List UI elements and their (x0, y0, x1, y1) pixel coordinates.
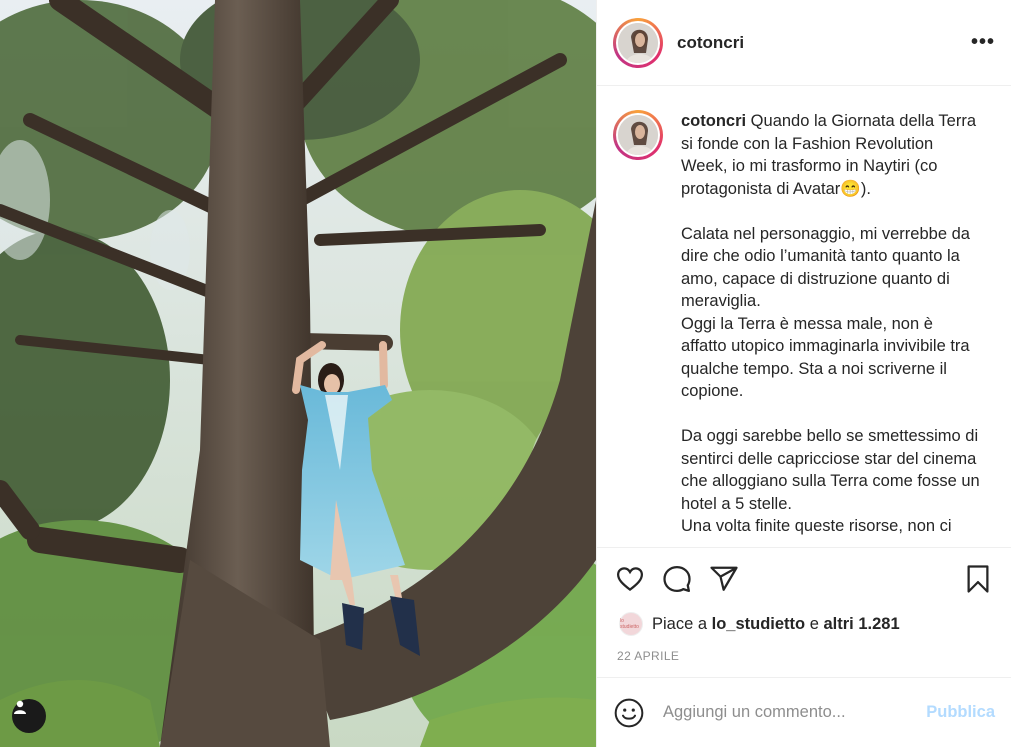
caption-paragraph: Calata nel personaggio, mi verrebbe da d… (681, 224, 970, 401)
post-photo[interactable] (0, 0, 596, 747)
save-button[interactable] (961, 562, 995, 596)
more-options-icon[interactable]: ••• (971, 31, 995, 54)
photo-illustration (0, 0, 596, 747)
post-header: cotoncri ••• (597, 0, 1011, 86)
comment-form: Pubblica (597, 677, 1011, 747)
comment-button[interactable] (660, 562, 694, 596)
smiley-icon[interactable] (613, 697, 645, 729)
comment-icon (663, 565, 691, 592)
post-date[interactable]: 22 APRILE (597, 639, 1011, 677)
caption-area: cotoncri Quando la Giornata della Terra … (597, 86, 1011, 547)
bookmark-icon (967, 564, 989, 593)
liker-avatar[interactable]: lo studietto (619, 612, 643, 636)
caption-paragraph: Da oggi sarebbe bello se smettessimo di … (681, 427, 980, 535)
likes-count[interactable]: altri 1.281 (823, 615, 899, 633)
author-avatar[interactable] (613, 17, 663, 68)
action-bar (597, 547, 1011, 609)
comment-input[interactable] (663, 703, 927, 722)
caption-author-avatar[interactable] (613, 110, 663, 160)
likes-summary: lo studietto Piace a lo_studietto e altr… (597, 609, 1011, 639)
heart-icon (616, 566, 644, 591)
share-button[interactable] (707, 562, 741, 596)
tagged-users-button[interactable] (12, 699, 46, 733)
post-side-panel: cotoncri ••• cotoncri Quando la Giornata… (596, 0, 1011, 747)
caption-text: cotoncri Quando la Giornata della Terra … (681, 110, 981, 547)
liker-username[interactable]: lo_studietto (712, 615, 806, 633)
caption-paragraph: cotoncri Quando la Giornata della Terra … (681, 112, 977, 198)
likes-text: Piace a lo_studietto e altri 1.281 (652, 614, 900, 633)
publish-button[interactable]: Pubblica (926, 703, 995, 722)
user-tag-icon (14, 700, 26, 714)
post-modal: cotoncri ••• cotoncri Quando la Giornata… (0, 0, 1011, 747)
author-avatar-image (618, 22, 658, 63)
like-button[interactable] (613, 562, 647, 596)
author-username[interactable]: cotoncri (677, 33, 744, 53)
caption-username[interactable]: cotoncri (681, 112, 746, 130)
paper-plane-icon (710, 566, 738, 591)
